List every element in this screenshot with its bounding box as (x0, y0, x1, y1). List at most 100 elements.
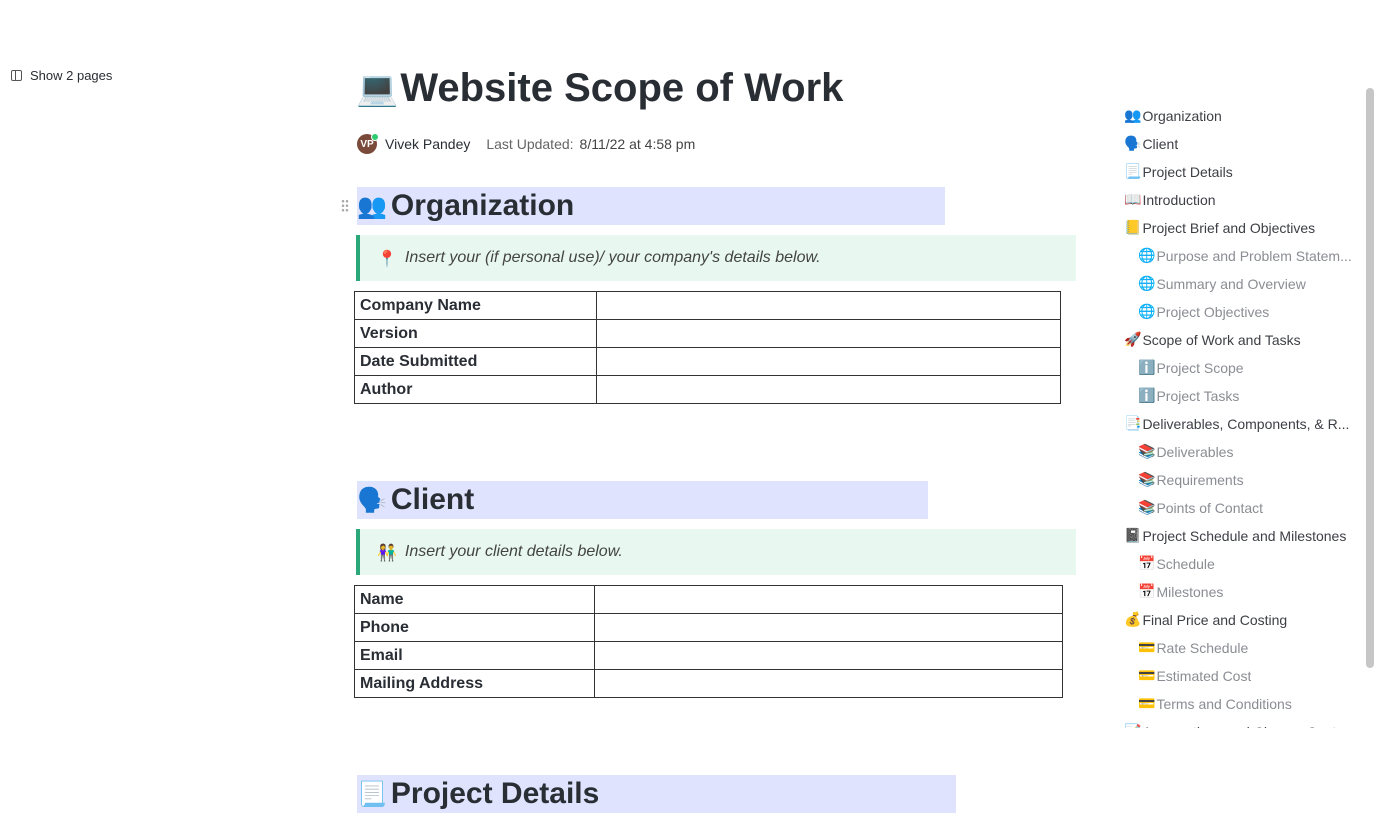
toc-item-label: Points of Contact (1156, 500, 1264, 516)
toc-item[interactable]: 👥 Organization (1120, 102, 1365, 130)
toc-item-icon: 💰 (1124, 612, 1142, 628)
toc-item[interactable]: 💳 Estimated Cost (1120, 662, 1365, 690)
toc-item-icon: 👥 (1124, 108, 1142, 124)
client-table: Name Phone Email Mailing Address (354, 585, 1063, 698)
heading-label: Project Details (390, 777, 600, 810)
toc-item-icon: ℹ️ (1138, 388, 1156, 404)
toc-scrollbar-thumb[interactable] (1366, 88, 1374, 668)
avatar[interactable]: VP (357, 133, 379, 154)
toc-item[interactable]: ℹ️ Project Scope (1120, 354, 1365, 382)
toc-item[interactable]: 💳 Terms and Conditions (1120, 690, 1365, 718)
toc-item[interactable]: 📅 Milestones (1120, 578, 1365, 606)
toc-item-label: Milestones (1156, 584, 1224, 600)
table-cell-value[interactable] (594, 613, 1063, 642)
document-meta: VP Vivek Pandey Last Updated: 8/11/22 at… (357, 133, 696, 154)
last-updated-label: Last Updated: (486, 136, 574, 152)
toc-item-label: Project Schedule and Milestones (1142, 528, 1347, 544)
toc-item[interactable]: 💰 Final Price and Costing (1120, 606, 1365, 634)
heading-label: Client (390, 483, 475, 516)
drag-handle-icon[interactable] (341, 199, 349, 213)
heading-project-details-text: 📃 Project Details (357, 777, 599, 811)
toc-item[interactable]: ℹ️ Project Tasks (1120, 382, 1365, 410)
table-row: Version (354, 319, 1061, 348)
table-cell-value[interactable] (594, 585, 1063, 614)
table-cell-label[interactable]: Mailing Address (354, 669, 595, 698)
toc-item-label: Rate Schedule (1156, 640, 1249, 656)
toc-item-icon: 🚀 (1124, 332, 1142, 348)
toc-item-icon: 🗣️ (1124, 136, 1142, 152)
laptop-icon[interactable]: 💻 (356, 69, 398, 109)
toc-item-label: Final Price and Costing (1142, 612, 1288, 628)
table-cell-label[interactable]: Name (354, 585, 595, 614)
page-icon: 📃 (357, 780, 387, 808)
toc-item[interactable]: 🌐 Purpose and Problem Statem... (1120, 242, 1365, 270)
heading-label: Organization (390, 189, 575, 222)
toc-item[interactable]: 🌐 Summary and Overview (1120, 270, 1365, 298)
table-cell-label[interactable]: Date Submitted (354, 347, 597, 376)
toc-item[interactable]: 📚 Deliverables (1120, 438, 1365, 466)
toc-item-label: Organization (1142, 108, 1222, 124)
toc-item-icon: 📑 (1124, 416, 1142, 432)
table-cell-value[interactable] (594, 669, 1063, 698)
toc-item[interactable]: 📅 Schedule (1120, 550, 1365, 578)
toc-item[interactable]: 🚀 Scope of Work and Tasks (1120, 326, 1365, 354)
table-cell-label[interactable]: Company Name (354, 291, 597, 320)
table-row: Date Submitted (354, 347, 1061, 376)
toc-item[interactable]: 📚 Points of Contact (1120, 494, 1365, 522)
speaking-head-icon: 🗣️ (357, 486, 387, 514)
toc-item-icon: 📖 (1124, 192, 1142, 208)
heading-client[interactable]: 🗣️ Client (357, 481, 928, 519)
last-updated-value: 8/11/22 at 4:58 pm (579, 136, 696, 152)
toc-item[interactable]: 📝Assumptions and Change Cont... (1120, 718, 1365, 728)
toc-item-label: Project Tasks (1156, 388, 1240, 404)
toc-scrollbar[interactable] (1363, 88, 1377, 728)
toc-item[interactable]: 📚 Requirements (1120, 466, 1365, 494)
heading-project-details[interactable]: 📃 Project Details (357, 775, 956, 813)
toc-item-icon: 💳 (1138, 640, 1156, 656)
toc-item-icon: 📓 (1124, 528, 1142, 544)
table-cell-value[interactable] (596, 319, 1061, 348)
table-cell-value[interactable] (596, 291, 1061, 320)
callout-client[interactable]: 👫 Insert your client details below. (356, 529, 1076, 575)
table-cell-label[interactable]: Version (354, 319, 597, 348)
toc-item-label: Estimated Cost (1156, 668, 1252, 684)
toc-item[interactable]: 🌐 Project Objectives (1120, 298, 1365, 326)
toc-item-icon: 💳 (1138, 668, 1156, 684)
toc-item-label: Requirements (1156, 472, 1244, 488)
toc-item[interactable]: 📃 Project Details (1120, 158, 1365, 186)
page-title[interactable]: 💻 Website Scope of Work (356, 66, 843, 111)
organization-table: Company Name Version Date Submitted Auth… (354, 291, 1061, 404)
toc-item-label: Terms and Conditions (1156, 696, 1292, 712)
toc-item-icon: 💳 (1138, 696, 1156, 712)
toc-item-label: Deliverables (1156, 444, 1234, 460)
toc-item[interactable]: 🗣️ Client (1120, 130, 1365, 158)
heading-organization[interactable]: 👥 Organization (357, 187, 945, 225)
toc-item-label: Project Brief and Objectives (1142, 220, 1316, 236)
table-cell-label[interactable]: Author (354, 375, 597, 404)
toc-item-label: Summary and Overview (1156, 276, 1306, 292)
toc-item-label: Introduction (1142, 192, 1216, 208)
table-cell-label[interactable]: Phone (354, 613, 595, 642)
online-status-dot (371, 133, 379, 141)
table-cell-value[interactable] (594, 641, 1063, 670)
toc-item[interactable]: 💳 Rate Schedule (1120, 634, 1365, 662)
toc-item[interactable]: 📓 Project Schedule and Milestones (1120, 522, 1365, 550)
toc-item[interactable]: 📒 Project Brief and Objectives (1120, 214, 1365, 242)
people-holding-hands-icon: 👫 (377, 542, 397, 562)
callout-organization[interactable]: 📍 Insert your (if personal use)/ your co… (356, 235, 1076, 281)
table-cell-value[interactable] (596, 347, 1061, 376)
author-name[interactable]: Vivek Pandey (385, 136, 470, 152)
pin-icon: 📍 (377, 248, 397, 268)
toc-item-icon: 📃 (1124, 164, 1142, 180)
toc-item[interactable]: 📑 Deliverables, Components, & R... (1120, 410, 1365, 438)
table-cell-label[interactable]: Email (354, 641, 595, 670)
toc-item-icon: ℹ️ (1138, 360, 1156, 376)
page-title-text[interactable]: Website Scope of Work (400, 66, 843, 111)
table-cell-value[interactable] (596, 375, 1061, 404)
toc-item-icon: 📝 (1124, 724, 1141, 728)
toc-item[interactable]: 📖 Introduction (1120, 186, 1365, 214)
toc-item-label: Schedule (1156, 556, 1215, 572)
toc-item-icon: 🌐 (1138, 248, 1156, 264)
toc-item-label: Project Objectives (1156, 304, 1270, 320)
toc-item-label: Project Details (1142, 164, 1233, 180)
